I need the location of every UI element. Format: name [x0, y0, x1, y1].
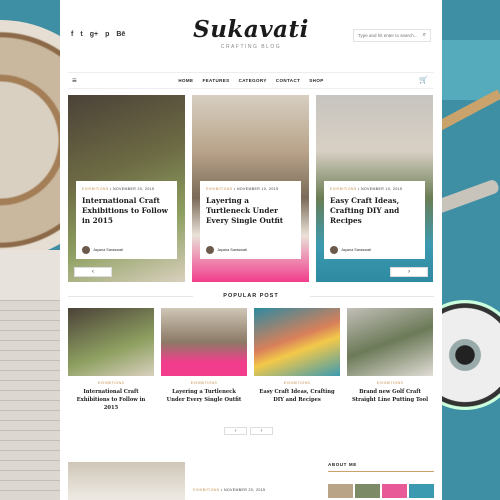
site-header: f t g+ p Bē Sukavati CRAFTING BLOG ⌕	[60, 0, 442, 66]
slider-prev-button[interactable]: ‹	[74, 267, 112, 277]
post-category[interactable]: EXHIBITIONS	[347, 381, 433, 385]
slide[interactable]: EXHIBITIONS • NOVEMBER 10, 2015 Layering…	[192, 95, 309, 282]
blog-page: f t g+ p Bē Sukavati CRAFTING BLOG ⌕ ≡ H…	[60, 0, 442, 500]
slide[interactable]: EXHIBITIONS • NOVEMBER 10, 2015 Easy Cra…	[316, 95, 433, 282]
post-category[interactable]: EXHIBITIONS	[193, 488, 220, 492]
post-thumbnail[interactable]	[161, 308, 247, 376]
nav-item-home[interactable]: HOME	[178, 78, 193, 83]
post-category[interactable]: EXHIBITIONS	[82, 187, 109, 191]
post-title[interactable]: International Craft Exhibitions to Follo…	[82, 196, 171, 226]
author-name[interactable]: Jayana Saraswati	[341, 248, 371, 252]
nav-item-category[interactable]: CATEGORY	[239, 78, 267, 83]
nav-item-shop[interactable]: SHOP	[309, 78, 323, 83]
post-category[interactable]: EXHIBITIONS	[330, 187, 357, 191]
post-title[interactable]: Layering a Turtleneck Under Every Single…	[161, 388, 247, 404]
post-meta: EXHIBITIONS • NOVEMBER 10, 2015	[206, 187, 279, 191]
author-name[interactable]: Jayana Saraswati	[93, 248, 123, 252]
popular-pager: ‹ ›	[224, 427, 273, 435]
avatar	[82, 246, 90, 254]
post-meta: EXHIBITIONS • NOVEMBER 20, 2015	[193, 488, 266, 492]
post-title[interactable]: Easy Craft Ideas, Crafting DIY and Recip…	[254, 388, 340, 404]
post-date: NOVEMBER 10, 2015	[360, 187, 403, 191]
slide-card: EXHIBITIONS • NOVEMBER 20, 2015 Internat…	[76, 181, 177, 259]
nav-item-features[interactable]: FEATURES	[202, 78, 229, 83]
divider	[328, 471, 434, 472]
post-category[interactable]: EXHIBITIONS	[206, 187, 233, 191]
logo-tagline: CRAFTING BLOG	[220, 44, 282, 50]
post-meta: EXHIBITIONS • NOVEMBER 20, 2015	[82, 187, 155, 191]
post-thumbnail[interactable]	[347, 308, 433, 376]
featured-slider: EXHIBITIONS • NOVEMBER 20, 2015 Internat…	[68, 95, 434, 282]
post-category[interactable]: EXHIBITIONS	[68, 381, 154, 385]
post-author: Jayana Saraswati	[206, 246, 247, 254]
avatar	[330, 246, 338, 254]
hamburger-menu-icon[interactable]: ≡	[72, 76, 77, 85]
post-title[interactable]: Layering a Turtleneck Under Every Single…	[206, 196, 295, 226]
popular-post-item[interactable]: EXHIBITIONS International Craft Exhibiti…	[68, 308, 154, 412]
slide[interactable]: EXHIBITIONS • NOVEMBER 20, 2015 Internat…	[68, 95, 185, 282]
post-category[interactable]: EXHIBITIONS	[254, 381, 340, 385]
search-icon[interactable]: ⌕	[423, 32, 426, 39]
post-thumbnail[interactable]	[68, 308, 154, 376]
popular-prev-button[interactable]: ‹	[224, 427, 247, 435]
nav-item-contact[interactable]: CONTACT	[276, 78, 300, 83]
post-title[interactable]: Easy Craft Ideas, Crafting DIY and Recip…	[330, 196, 419, 226]
nav-menu: HOME FEATURES CATEGORY CONTACT SHOP	[178, 78, 323, 83]
search-box[interactable]: ⌕	[353, 29, 431, 42]
cart-icon[interactable]: 🛒	[419, 76, 428, 84]
post-title[interactable]: International Craft Exhibitions to Follo…	[68, 388, 154, 412]
slide-card: EXHIBITIONS • NOVEMBER 10, 2015 Layering…	[200, 181, 301, 259]
popular-post-item[interactable]: EXHIBITIONS Layering a Turtleneck Under …	[161, 308, 247, 404]
author-name[interactable]: Jayana Saraswati	[217, 248, 247, 252]
post-thumbnail[interactable]	[254, 308, 340, 376]
popular-next-button[interactable]: ›	[250, 427, 273, 435]
post-author: Jayana Saraswati	[330, 246, 371, 254]
post-author: Jayana Saraswati	[82, 246, 123, 254]
post-title[interactable]: Brand new Golf Craft Straight Line Putti…	[347, 388, 433, 404]
about-heading: ABOUT ME	[328, 462, 357, 467]
about-widget: ABOUT ME	[328, 462, 434, 498]
post-category[interactable]: EXHIBITIONS	[161, 381, 247, 385]
post-meta: EXHIBITIONS • NOVEMBER 10, 2015	[330, 187, 403, 191]
post-thumbnail[interactable]	[68, 462, 185, 500]
about-image	[355, 484, 380, 498]
slide-card: EXHIBITIONS • NOVEMBER 10, 2015 Easy Cra…	[324, 181, 425, 259]
divider	[310, 296, 434, 297]
about-image	[328, 484, 353, 498]
search-input[interactable]	[358, 33, 420, 38]
popular-post-item[interactable]: EXHIBITIONS Brand new Golf Craft Straigh…	[347, 308, 433, 404]
slider-next-button[interactable]: ›	[390, 267, 428, 277]
post-date: NOVEMBER 20, 2015	[112, 187, 155, 191]
post-date: NOVEMBER 10, 2015	[236, 187, 279, 191]
avatar	[206, 246, 214, 254]
main-nav: ≡ HOME FEATURES CATEGORY CONTACT SHOP 🛒	[68, 72, 434, 89]
about-images	[328, 484, 434, 498]
popular-post-item[interactable]: EXHIBITIONS Easy Craft Ideas, Crafting D…	[254, 308, 340, 404]
post-date: NOVEMBER 20, 2015	[223, 488, 266, 492]
about-image	[382, 484, 407, 498]
about-image	[409, 484, 434, 498]
